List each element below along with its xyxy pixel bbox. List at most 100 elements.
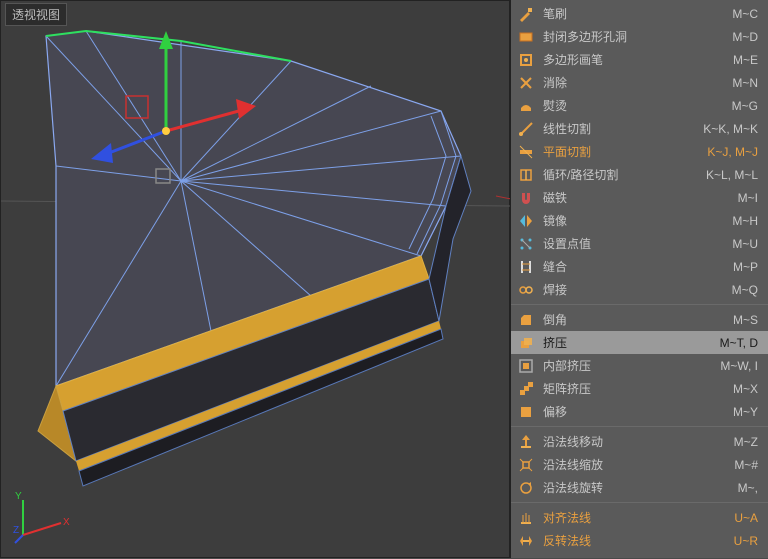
mesh-canvas	[1, 1, 511, 559]
menu-item-label: 沿法线移动	[543, 433, 734, 450]
menu-item-set-value[interactable]: 设置点值M~U	[511, 232, 768, 255]
menu-item-offset[interactable]: 偏移M~Y	[511, 400, 768, 423]
menu-item-label: 倒角	[543, 311, 733, 328]
menu-item-label: 反转法线	[543, 532, 734, 549]
bevel-icon	[517, 311, 535, 329]
dissolve-icon	[517, 74, 535, 92]
menu-item-label: 矩阵挤压	[543, 380, 733, 397]
menu-item-magnet[interactable]: 磁铁M~I	[511, 186, 768, 209]
poly-pen-icon	[517, 51, 535, 69]
close-hole-icon	[517, 28, 535, 46]
menu-item-label: 多边形画笔	[543, 51, 733, 68]
menu-item-extrude[interactable]: 挤压M~T, D	[511, 331, 768, 354]
axis-gizmo: Y X Z	[13, 485, 73, 545]
menu-item-plane-cut[interactable]: 平面切割K~J, M~J	[511, 140, 768, 163]
align-normals-icon	[517, 509, 535, 527]
menu-item-label: 沿法线缩放	[543, 456, 734, 473]
menu-item-bevel[interactable]: 倒角M~S	[511, 308, 768, 331]
reverse-normals-icon	[517, 532, 535, 550]
extrude-icon	[517, 334, 535, 352]
menu-item-label: 磁铁	[543, 189, 738, 206]
menu-item-loop-cut[interactable]: 循环/路径切割K~L, M~L	[511, 163, 768, 186]
menu-item-shortcut: U~R	[734, 534, 758, 548]
menu-item-shortcut: M~Y	[733, 405, 758, 419]
normal-scale-icon	[517, 456, 535, 474]
menu-item-shortcut: M~E	[733, 53, 758, 67]
knife-icon	[517, 120, 535, 138]
menu-item-label: 焊接	[543, 281, 732, 298]
menu-item-normal-move[interactable]: 沿法线移动M~Z	[511, 430, 768, 453]
menu-separator	[511, 502, 768, 503]
menu-item-shortcut: M~I	[738, 191, 758, 205]
menu-item-shortcut: M~Z	[734, 435, 758, 449]
menu-item-label: 沿法线旋转	[543, 479, 738, 496]
menu-item-brush[interactable]: 笔刷M~C	[511, 2, 768, 25]
viewport[interactable]: 透视视图	[0, 0, 510, 558]
menu-item-close-hole[interactable]: 封闭多边形孔洞M~D	[511, 25, 768, 48]
menu-item-shortcut: M~Q	[732, 283, 758, 297]
menu-item-iron[interactable]: 熨烫M~G	[511, 94, 768, 117]
menu-item-stitch[interactable]: 缝合M~P	[511, 255, 768, 278]
matrix-extrude-icon	[517, 380, 535, 398]
menu-item-shortcut: K~K, M~K	[703, 122, 758, 136]
menu-item-dissolve[interactable]: 消除M~N	[511, 71, 768, 94]
menu-item-shortcut: M~W, I	[720, 359, 758, 373]
menu-item-label: 线性切割	[543, 120, 703, 137]
menu-separator	[511, 304, 768, 305]
menu-item-shortcut: M~T, D	[720, 336, 758, 350]
menu-item-label: 熨烫	[543, 97, 732, 114]
inner-extrude-icon	[517, 357, 535, 375]
menu-item-weld[interactable]: 焊接M~Q	[511, 278, 768, 301]
menu-item-shortcut: M~D	[732, 30, 758, 44]
loop-cut-icon	[517, 166, 535, 184]
menu-item-label: 循环/路径切割	[543, 166, 706, 183]
menu-item-normal-scale[interactable]: 沿法线缩放M~#	[511, 453, 768, 476]
menu-item-label: 消除	[543, 74, 732, 91]
menu-item-label: 偏移	[543, 403, 733, 420]
svg-text:Z: Z	[13, 525, 19, 536]
magnet-icon	[517, 189, 535, 207]
menu-item-knife[interactable]: 线性切割K~K, M~K	[511, 117, 768, 140]
menu-item-label: 对齐法线	[543, 509, 734, 526]
menu-item-normal-rotate[interactable]: 沿法线旋转M~,	[511, 476, 768, 499]
menu-item-matrix-extrude[interactable]: 矩阵挤压M~X	[511, 377, 768, 400]
context-menu[interactable]: 笔刷M~C封闭多边形孔洞M~D多边形画笔M~E消除M~N熨烫M~G线性切割K~K…	[510, 0, 768, 558]
menu-item-shortcut: M~N	[732, 76, 758, 90]
menu-item-shortcut: K~J, M~J	[707, 145, 758, 159]
menu-item-shortcut: M~P	[733, 260, 758, 274]
svg-text:X: X	[63, 517, 70, 528]
menu-item-label: 内部挤压	[543, 357, 720, 374]
normal-move-icon	[517, 433, 535, 451]
stitch-icon	[517, 258, 535, 276]
menu-item-label: 平面切割	[543, 143, 707, 160]
menu-item-shortcut: M~U	[732, 237, 758, 251]
menu-item-label: 封闭多边形孔洞	[543, 28, 732, 45]
menu-item-label: 设置点值	[543, 235, 732, 252]
brush-icon	[517, 5, 535, 23]
menu-item-shortcut: M~H	[732, 214, 758, 228]
offset-icon	[517, 403, 535, 421]
menu-item-inner-extrude[interactable]: 内部挤压M~W, I	[511, 354, 768, 377]
plane-cut-icon	[517, 143, 535, 161]
set-value-icon	[517, 235, 535, 253]
menu-item-label: 缝合	[543, 258, 733, 275]
menu-item-reverse-normals[interactable]: 反转法线U~R	[511, 529, 768, 552]
menu-item-label: 笔刷	[543, 5, 732, 22]
menu-item-label: 挤压	[543, 334, 720, 351]
menu-item-shortcut: M~C	[732, 7, 758, 21]
menu-item-shortcut: M~S	[733, 313, 758, 327]
menu-separator	[511, 426, 768, 427]
normal-rotate-icon	[517, 479, 535, 497]
svg-text:Y: Y	[15, 491, 22, 502]
menu-item-mirror[interactable]: 镜像M~H	[511, 209, 768, 232]
mirror-icon	[517, 212, 535, 230]
menu-item-poly-pen[interactable]: 多边形画笔M~E	[511, 48, 768, 71]
menu-item-shortcut: K~L, M~L	[706, 168, 758, 182]
menu-item-align-normals[interactable]: 对齐法线U~A	[511, 506, 768, 529]
menu-item-shortcut: M~X	[733, 382, 758, 396]
menu-item-shortcut: M~G	[732, 99, 758, 113]
menu-item-shortcut: U~A	[734, 511, 758, 525]
menu-item-shortcut: M~#	[734, 458, 758, 472]
menu-item-label: 镜像	[543, 212, 732, 229]
iron-icon	[517, 97, 535, 115]
